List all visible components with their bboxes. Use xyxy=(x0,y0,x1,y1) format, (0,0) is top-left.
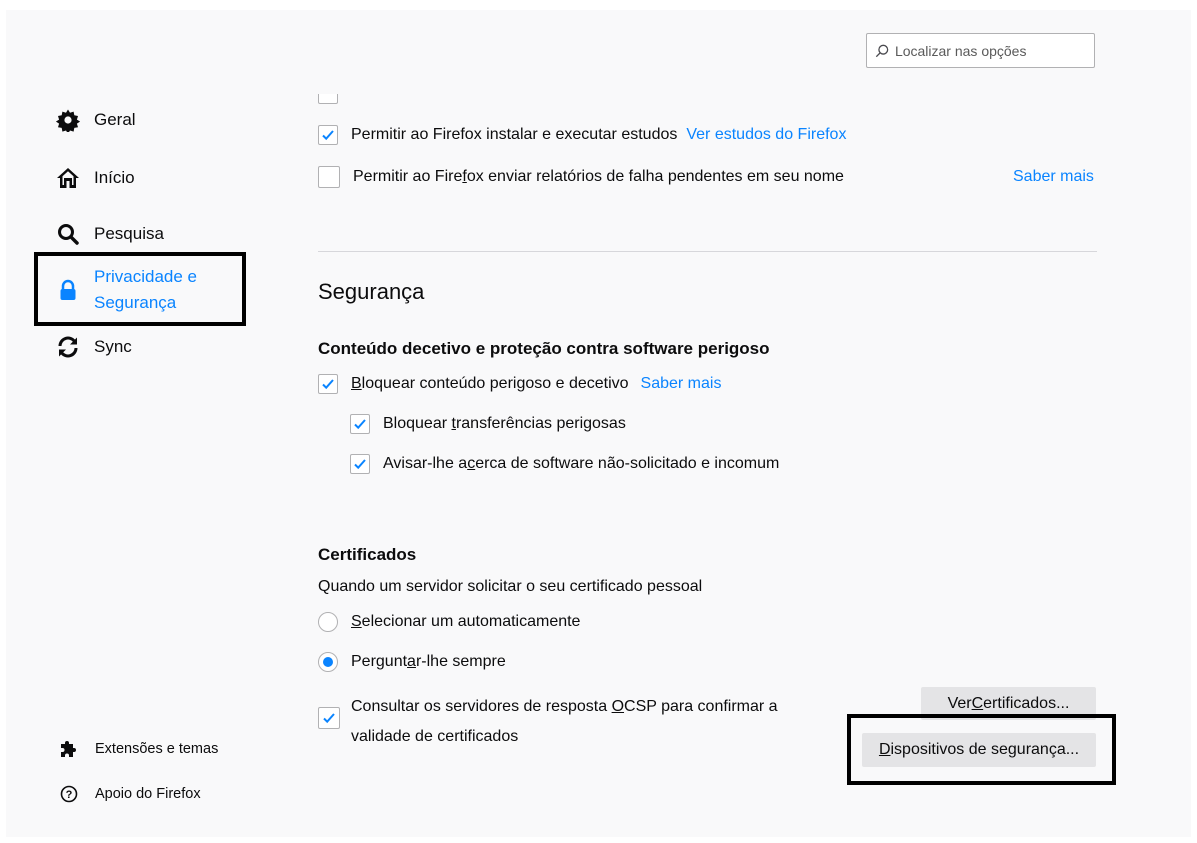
gear-icon xyxy=(56,109,80,132)
sidebar-item-extensions[interactable]: Extensões e temas xyxy=(60,740,218,758)
svg-text:?: ? xyxy=(66,789,73,801)
security-section-title: Segurança xyxy=(318,279,425,304)
auto-select-row: Selecionar um automaticamente xyxy=(318,612,580,632)
block-dangerous-checkbox[interactable] xyxy=(318,374,338,394)
help-icon: ? xyxy=(60,785,78,803)
studies-checkbox[interactable] xyxy=(318,125,338,145)
block-downloads-label: Bloquear transferências perigosas xyxy=(383,415,626,432)
warn-unwanted-checkbox[interactable] xyxy=(350,454,370,474)
sidebar-item-label: Sync xyxy=(94,337,132,356)
certificates-title: Certificados xyxy=(318,545,417,564)
highlight-box-privacy xyxy=(34,252,246,326)
checkmark-icon xyxy=(354,419,366,430)
sidebar-item-pesquisa[interactable]: Pesquisa xyxy=(56,222,164,246)
sidebar-item-inicio[interactable]: Início xyxy=(56,166,135,190)
block-downloads-row: Bloquear transferências perigosas xyxy=(350,414,626,434)
deceptive-content-title: Conteúdo decetivo e proteção contra soft… xyxy=(318,339,770,358)
search-input[interactable] xyxy=(888,42,1094,59)
home-icon xyxy=(57,168,79,188)
search-box[interactable] xyxy=(866,33,1095,68)
ask-always-label: Perguntar-lhe sempre xyxy=(351,653,506,670)
crash-reports-row: Permitir ao Firefox enviar relatórios de… xyxy=(318,166,844,188)
ocsp-label: Consultar os servidores de resposta OCSP… xyxy=(351,698,778,745)
sidebar-item-label: Extensões e temas xyxy=(95,741,219,757)
checkmark-icon xyxy=(323,713,335,724)
sidebar-item-sync[interactable]: Sync xyxy=(56,335,132,359)
sidebar-item-label: Pesquisa xyxy=(94,224,164,243)
crash-reports-label: Permitir ao Firefox enviar relatórios de… xyxy=(353,168,844,185)
section-divider xyxy=(318,251,1097,252)
sidebar-item-label: Início xyxy=(94,168,135,187)
sidebar-item-label: Apoio do Firefox xyxy=(95,786,201,802)
warn-unwanted-row: Avisar-lhe acerca de software não-solici… xyxy=(350,454,779,474)
scrolled-off-row xyxy=(318,94,718,104)
ask-always-radio[interactable] xyxy=(318,652,338,672)
studies-row: Permitir ao Firefox instalar e executar … xyxy=(318,125,846,145)
block-dangerous-learn-more-link[interactable]: Saber mais xyxy=(641,375,722,393)
radio-selected-dot xyxy=(323,657,333,667)
search-icon xyxy=(875,44,889,57)
auto-select-radio[interactable] xyxy=(318,612,338,632)
search-icon xyxy=(58,224,79,245)
sidebar-item-geral[interactable]: Geral xyxy=(56,108,136,132)
block-downloads-checkbox[interactable] xyxy=(350,414,370,434)
sidebar-item-support[interactable]: ? Apoio do Firefox xyxy=(60,785,201,803)
sync-icon xyxy=(58,336,78,358)
warn-unwanted-label: Avisar-lhe acerca de software não-solici… xyxy=(383,455,780,472)
block-dangerous-label: Bloquear conteúdo perigoso e decetivo xyxy=(351,375,629,392)
certificates-prompt: Quando um servidor solicitar o seu certi… xyxy=(318,578,703,595)
checkmark-icon xyxy=(354,459,366,470)
sidebar-item-label: Geral xyxy=(94,110,136,129)
checkmark-icon xyxy=(322,379,334,390)
ocsp-checkbox[interactable] xyxy=(318,707,340,729)
ocsp-checkbox-wrap xyxy=(318,707,340,729)
checkmark-icon xyxy=(322,130,334,141)
studies-link[interactable]: Ver estudos do Firefox xyxy=(686,126,846,144)
puzzle-icon xyxy=(61,741,76,757)
auto-select-label: Selecionar um automaticamente xyxy=(351,613,581,630)
ask-always-row: Perguntar-lhe sempre xyxy=(318,652,506,672)
block-dangerous-row: Bloquear conteúdo perigoso e decetivo Sa… xyxy=(318,374,721,394)
studies-label: Permitir ao Firefox instalar e executar … xyxy=(351,126,678,143)
highlight-box-devices xyxy=(847,714,1116,785)
crash-reports-checkbox[interactable] xyxy=(318,166,340,188)
crash-reports-learn-more-link[interactable]: Saber mais xyxy=(1013,168,1094,186)
